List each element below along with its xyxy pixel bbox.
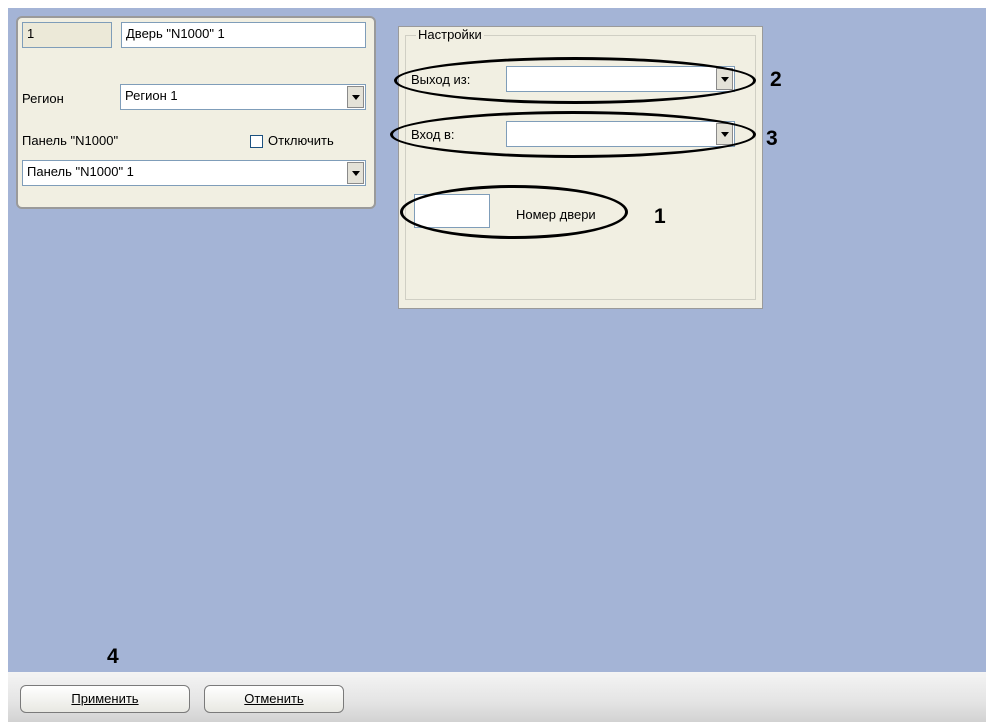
settings-panel: Настройки Выход из: Вход в: Номер двери (398, 26, 763, 309)
chevron-down-icon (351, 94, 360, 100)
object-id-field[interactable]: 1 (22, 22, 112, 48)
entry-dropdown-button[interactable] (716, 123, 733, 145)
annotation-number-4: 4 (107, 645, 119, 668)
panel-dropdown-button[interactable] (347, 162, 364, 184)
annotation-number-2: 2 (770, 68, 782, 91)
chevron-down-icon (720, 76, 729, 82)
region-dropdown-button[interactable] (347, 86, 364, 108)
chevron-down-icon (351, 170, 360, 176)
annotation-number-3: 3 (766, 127, 778, 150)
chevron-down-icon (720, 131, 729, 137)
object-panel: 1 Дверь "N1000" 1 Регион Регион 1 Панель… (16, 16, 376, 209)
panel-select[interactable]: Панель "N1000" 1 (22, 160, 366, 186)
door-number-input[interactable] (414, 194, 490, 228)
bottom-button-bar: Применить Отменить (8, 672, 986, 722)
annotation-number-1: 1 (654, 205, 666, 228)
apply-button-label: Применить (71, 691, 139, 706)
region-select[interactable]: Регион 1 (120, 84, 366, 110)
region-label: Регион (22, 91, 64, 106)
disable-checkbox[interactable] (250, 135, 263, 148)
door-number-label: Номер двери (516, 207, 596, 222)
disable-label: Отключить (268, 133, 334, 148)
object-name-field[interactable]: Дверь "N1000" 1 (121, 22, 366, 48)
region-select-value: Регион 1 (125, 88, 178, 103)
cancel-button-label: Отменить (244, 691, 304, 706)
panel-select-value: Панель "N1000" 1 (27, 164, 134, 179)
settings-legend: Настройки (416, 27, 484, 42)
exit-dropdown-button[interactable] (716, 68, 733, 90)
entry-label: Вход в: (411, 127, 455, 142)
entry-select[interactable] (506, 121, 735, 147)
exit-label: Выход из: (411, 72, 471, 87)
panel-label: Панель "N1000" (22, 133, 119, 148)
cancel-button[interactable]: Отменить (204, 685, 344, 713)
exit-select[interactable] (506, 66, 735, 92)
apply-button[interactable]: Применить (20, 685, 190, 713)
caption-strip (0, 0, 986, 8)
